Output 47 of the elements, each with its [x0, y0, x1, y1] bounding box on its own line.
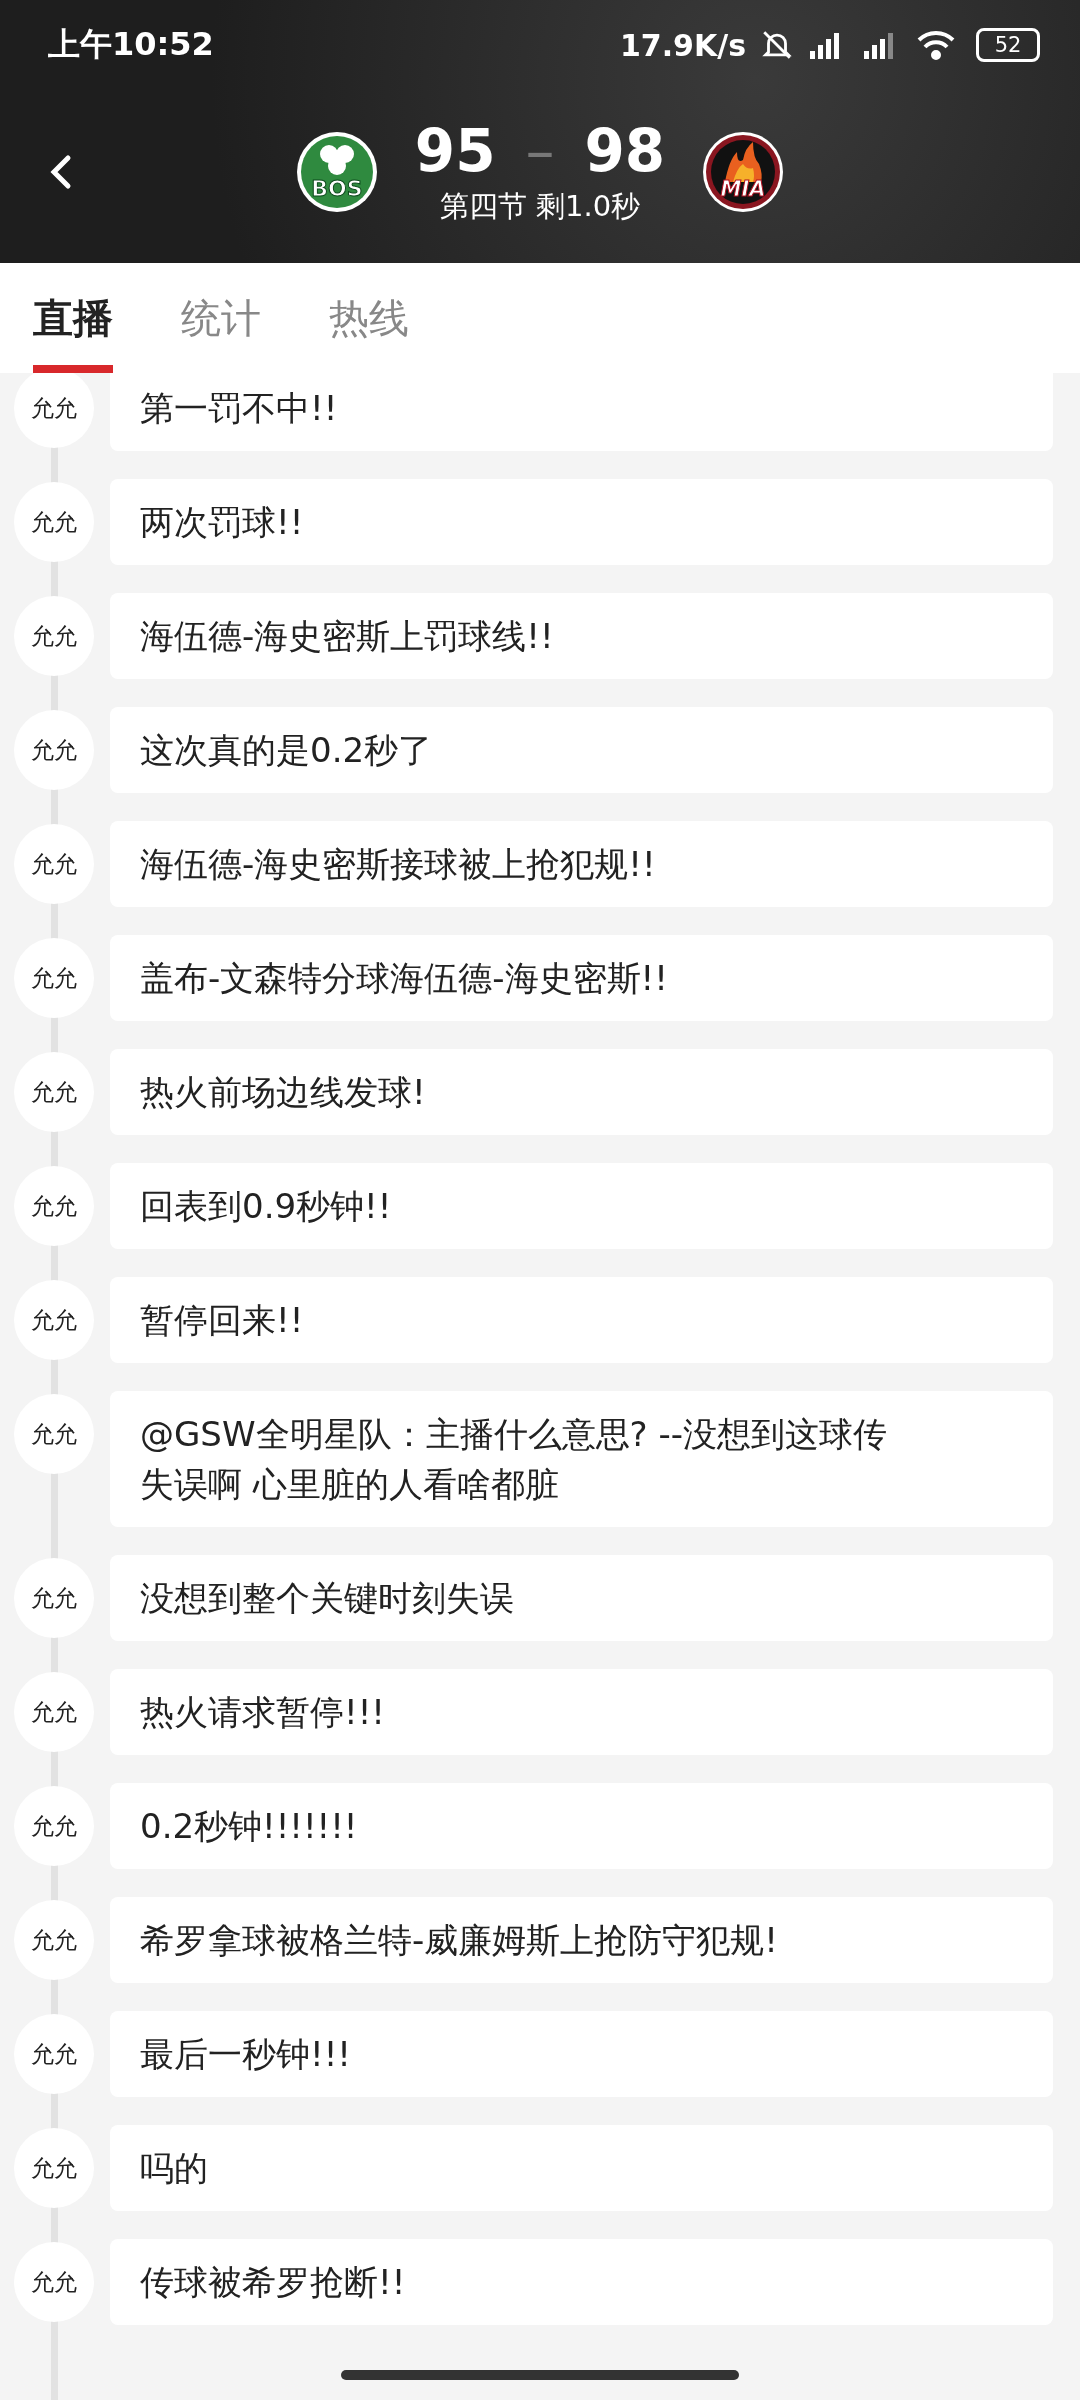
comment-card: 最后一秒钟!!! [110, 2011, 1053, 2097]
wifi-icon [916, 29, 956, 61]
author-avatar: 允允 [14, 710, 94, 790]
author-avatar: 允允 [14, 1786, 94, 1866]
tab[interactable]: 统计 [181, 263, 261, 373]
comment-card: 0.2秒钟!!!!!!! [110, 1783, 1053, 1869]
tab[interactable]: 热线 [329, 263, 409, 373]
comment-card: @GSW全明星队：主播什么意思? --没想到这球传失误啊 心里脏的人看啥都脏 [110, 1391, 1053, 1527]
author-avatar: 允允 [14, 373, 94, 448]
comment-card: 这次真的是0.2秒了 [110, 707, 1053, 793]
author-avatar: 允允 [14, 938, 94, 1018]
author-avatar: 允允 [14, 596, 94, 676]
author-avatar: 允允 [14, 2242, 94, 2322]
author-avatar: 允允 [14, 1672, 94, 1752]
home-score: 95 [414, 116, 496, 185]
comment-card: 海伍德-海史密斯上罚球线!! [110, 593, 1053, 679]
away-score: 98 [584, 116, 666, 185]
author-avatar: 允允 [14, 1280, 94, 1360]
author-avatar: 允允 [14, 824, 94, 904]
author-avatar: 允允 [14, 1900, 94, 1980]
status-time: 上午10:52 [48, 24, 215, 65]
game-clock: 第四节 剩1.0秒 [439, 187, 641, 225]
comment-card: 吗的 [110, 2125, 1053, 2211]
comment-card: 第一罚不中!! [110, 373, 1053, 451]
author-avatar: 允允 [14, 482, 94, 562]
comment-card: 希罗拿球被格兰特-威廉姆斯上抢防守犯规! [110, 1897, 1053, 1983]
author-avatar: 允允 [14, 1558, 94, 1638]
comment-card: 两次罚球!! [110, 479, 1053, 565]
author-avatar: 允允 [14, 2128, 94, 2208]
author-avatar: 允允 [14, 1166, 94, 1246]
comment-card: 没想到整个关键时刻失误 [110, 1555, 1053, 1641]
author-avatar: 允允 [14, 2014, 94, 2094]
comment-card: 盖布-文森特分球海伍德-海史密斯!! [110, 935, 1053, 1021]
comment-card: 传球被希罗抢断!! [110, 2239, 1053, 2325]
network-speed: 17.9K/s [619, 27, 746, 63]
author-avatar: 允允 [14, 1052, 94, 1132]
comment-card: 海伍德-海史密斯接球被上抢犯规!! [110, 821, 1053, 907]
comment-card: 热火请求暂停!!! [110, 1669, 1053, 1755]
score-separator: – [525, 116, 555, 185]
battery-indicator: 52 [976, 28, 1040, 62]
comment-card: 暂停回来!! [110, 1277, 1053, 1363]
author-avatar: 允允 [14, 1394, 94, 1474]
comment-card: 热火前场边线发球! [110, 1049, 1053, 1135]
team-logo: BOS [294, 129, 379, 214]
bell-muted-icon [760, 28, 794, 62]
team-logo: MIA [701, 129, 786, 214]
comment-card: 回表到0.9秒钟!! [110, 1163, 1053, 1249]
